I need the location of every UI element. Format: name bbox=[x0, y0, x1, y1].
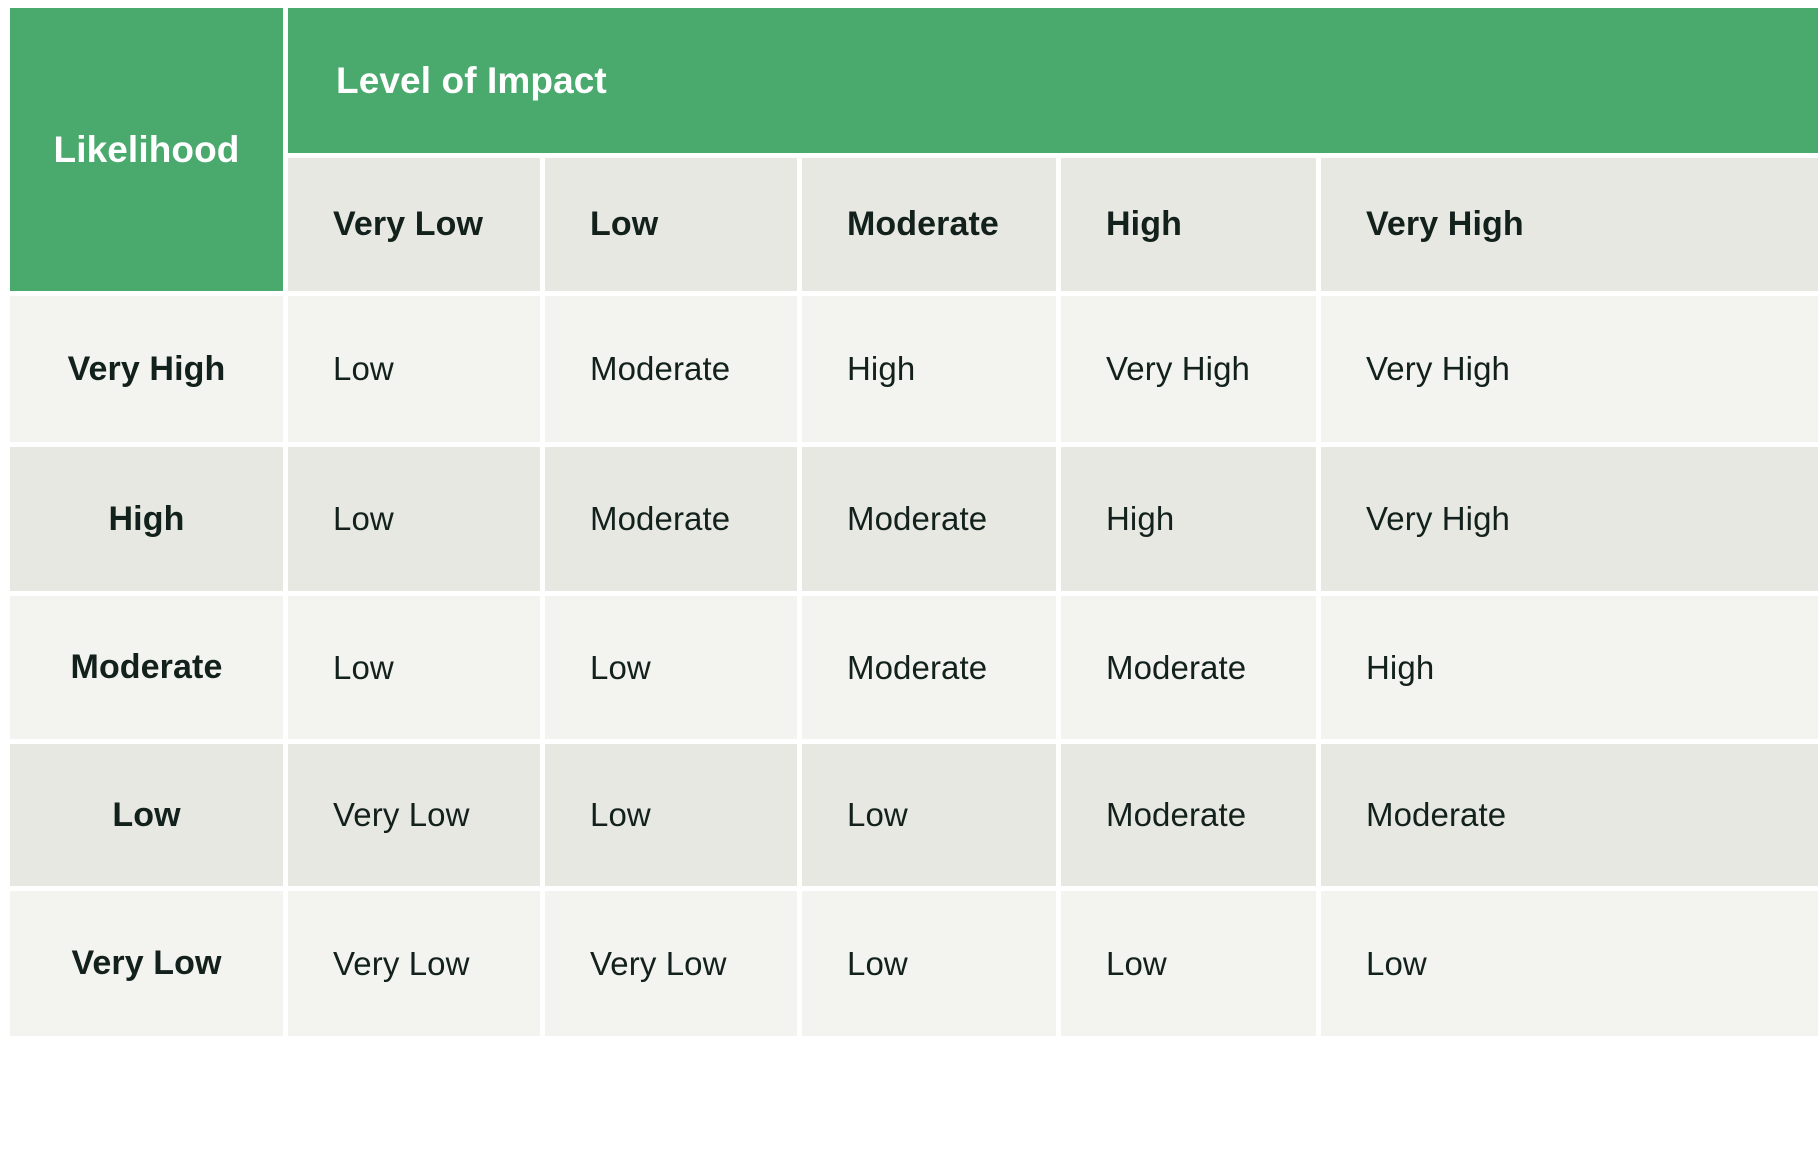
risk-cell-low-high: Moderate bbox=[1061, 744, 1316, 886]
risk-cell-high-very-high: Very High bbox=[1321, 447, 1818, 591]
risk-cell-moderate-very-high: High bbox=[1321, 596, 1818, 739]
risk-cell-low-low: Low bbox=[545, 744, 797, 886]
row-label-low: Low bbox=[10, 744, 283, 886]
risk-cell-low-very-low: Very Low bbox=[288, 744, 540, 886]
row-label-very-high: Very High bbox=[10, 296, 283, 442]
risk-cell-low-very-high: Moderate bbox=[1321, 744, 1818, 886]
row-label-very-low: Very Low bbox=[10, 891, 283, 1036]
risk-cell-high-moderate: Moderate bbox=[802, 447, 1056, 591]
risk-cell-very-high-moderate: High bbox=[802, 296, 1056, 442]
column-header-moderate: Moderate bbox=[802, 158, 1056, 291]
risk-cell-very-low-high: Low bbox=[1061, 891, 1316, 1036]
risk-cell-very-low-low: Very Low bbox=[545, 891, 797, 1036]
risk-matrix-grid: Likelihood Level of Impact Very Low Low … bbox=[10, 8, 1818, 1164]
risk-matrix: Likelihood Level of Impact Very Low Low … bbox=[0, 0, 1818, 1172]
risk-cell-very-low-very-high: Low bbox=[1321, 891, 1818, 1036]
likelihood-corner-header: Likelihood bbox=[10, 8, 283, 291]
column-header-very-high: Very High bbox=[1321, 158, 1818, 291]
risk-cell-very-high-high: Very High bbox=[1061, 296, 1316, 442]
risk-cell-very-high-very-low: Low bbox=[288, 296, 540, 442]
column-header-very-low: Very Low bbox=[288, 158, 540, 291]
risk-cell-high-low: Moderate bbox=[545, 447, 797, 591]
risk-cell-moderate-moderate: Moderate bbox=[802, 596, 1056, 739]
risk-cell-high-very-low: Low bbox=[288, 447, 540, 591]
risk-cell-low-moderate: Low bbox=[802, 744, 1056, 886]
risk-cell-moderate-very-low: Low bbox=[288, 596, 540, 739]
risk-cell-moderate-low: Low bbox=[545, 596, 797, 739]
column-header-low: Low bbox=[545, 158, 797, 291]
row-label-moderate: Moderate bbox=[10, 596, 283, 739]
risk-cell-very-low-moderate: Low bbox=[802, 891, 1056, 1036]
risk-cell-very-low-very-low: Very Low bbox=[288, 891, 540, 1036]
column-header-high: High bbox=[1061, 158, 1316, 291]
risk-cell-moderate-high: Moderate bbox=[1061, 596, 1316, 739]
row-label-high: High bbox=[10, 447, 283, 591]
risk-cell-very-high-very-high: Very High bbox=[1321, 296, 1818, 442]
level-of-impact-header: Level of Impact bbox=[288, 8, 1818, 153]
risk-cell-very-high-low: Moderate bbox=[545, 296, 797, 442]
risk-cell-high-high: High bbox=[1061, 447, 1316, 591]
